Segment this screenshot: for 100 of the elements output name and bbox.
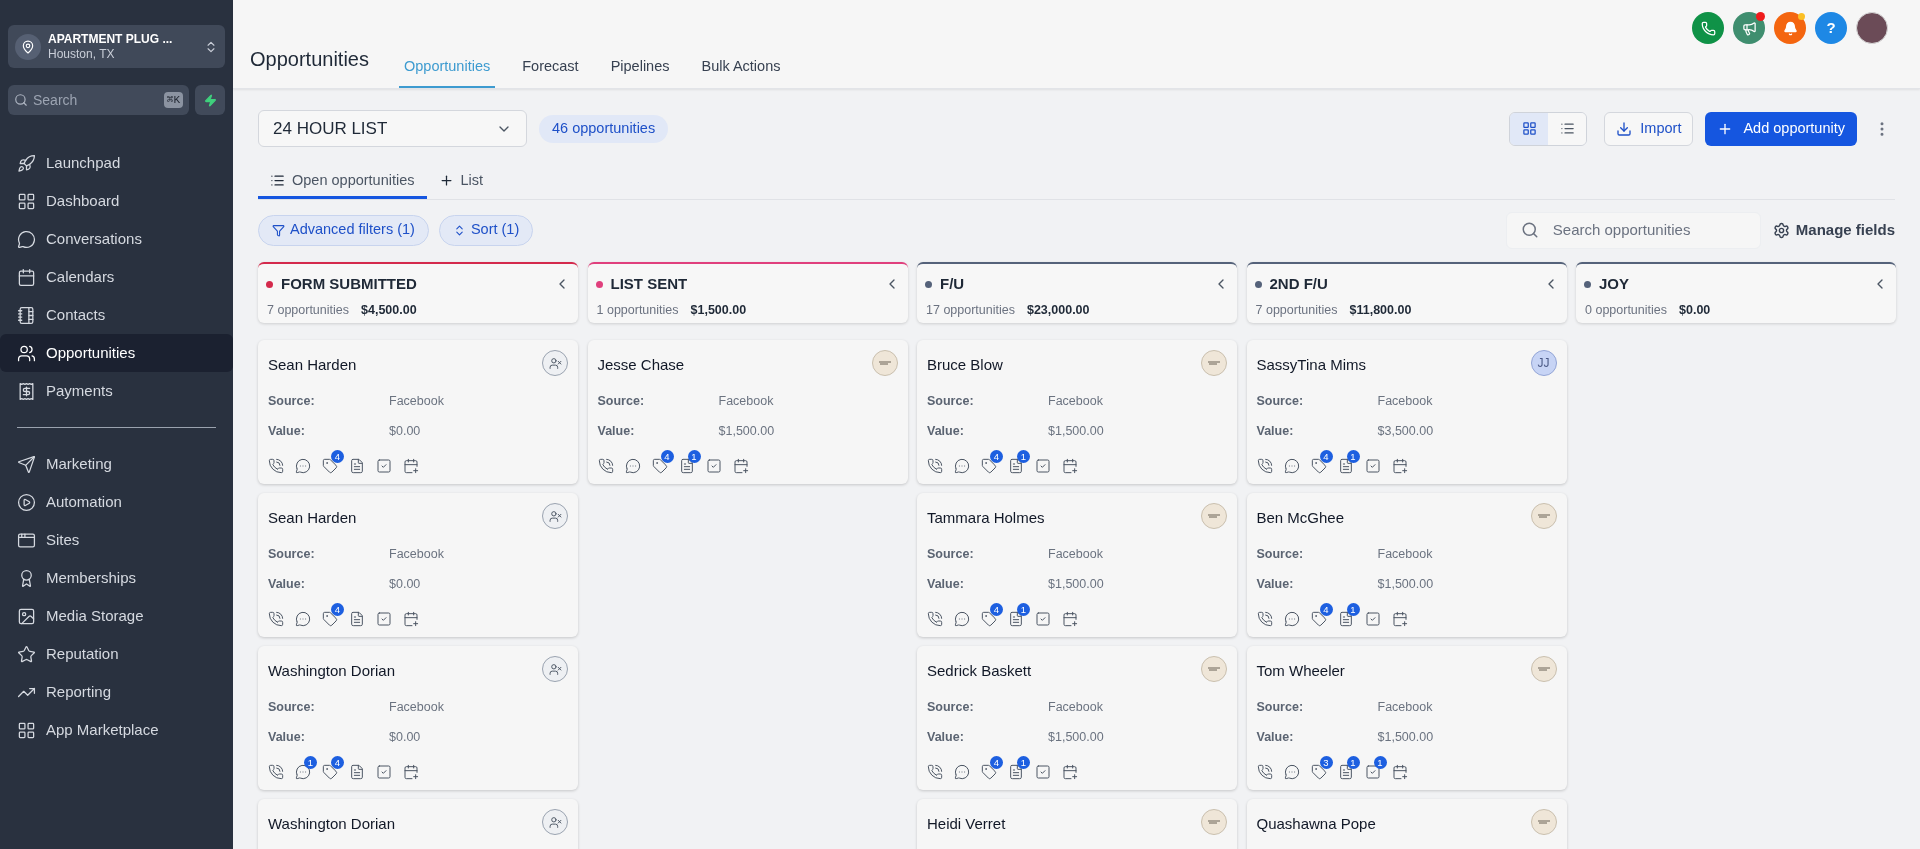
sidebar-item[interactable]: Dashboard: [0, 182, 233, 220]
manage-fields-button[interactable]: Manage fields: [1772, 218, 1895, 242]
tag-icon[interactable]: [1310, 458, 1327, 474]
checkbox-icon[interactable]: [376, 611, 392, 627]
chat-bubble-icon[interactable]: [954, 611, 970, 627]
board-view-button[interactable]: [1510, 112, 1549, 145]
unassigned-avatar[interactable]: [542, 350, 568, 376]
quick-action-button[interactable]: [195, 85, 225, 115]
opportunity-card[interactable]: Jesse Chase Source: Facebook Value: $1,500.00 4 1: [587, 340, 908, 484]
calendar-plus-icon[interactable]: [403, 458, 419, 474]
tag-icon[interactable]: [322, 764, 338, 780]
calendar-plus-icon[interactable]: [403, 764, 419, 780]
initials-avatar[interactable]: JJ: [1530, 350, 1557, 376]
view-tab[interactable]: Open opportunities: [258, 165, 427, 199]
filter-chip[interactable]: Advanced filters (1): [258, 214, 429, 246]
opportunity-card[interactable]: Bruce Blow Source: Facebook Value: $1,500.00 4 1: [917, 340, 1237, 484]
calendar-plus-icon[interactable]: [1062, 764, 1078, 780]
phone-icon[interactable]: [597, 458, 614, 474]
search-field[interactable]: Search ⌘K: [8, 85, 189, 115]
phone-icon[interactable]: [268, 611, 284, 627]
checkbox-icon[interactable]: [376, 458, 392, 474]
sidebar-item[interactable]: Launchpad: [0, 144, 233, 182]
view-tab[interactable]: List: [426, 165, 496, 199]
checkbox-icon[interactable]: [1035, 764, 1051, 780]
phone-icon[interactable]: [268, 764, 284, 780]
calendar-plus-icon[interactable]: [403, 611, 419, 627]
chat-bubble-icon[interactable]: [954, 458, 970, 474]
checkbox-icon[interactable]: [1364, 458, 1381, 474]
sidebar-item[interactable]: Contacts: [0, 296, 233, 334]
phone-icon[interactable]: [927, 611, 943, 627]
checkbox-icon[interactable]: [1035, 611, 1051, 627]
location-switcher[interactable]: APARTMENT PLUG ... Houston, TX: [8, 25, 225, 68]
document-icon[interactable]: [678, 458, 695, 474]
sidebar-item[interactable]: Payments: [0, 372, 233, 410]
phone-button[interactable]: [1692, 12, 1724, 44]
checkbox-icon[interactable]: [1364, 764, 1381, 780]
tag-icon[interactable]: [322, 458, 338, 474]
chat-bubble-icon[interactable]: [295, 458, 311, 474]
sidebar-item[interactable]: Media Storage: [0, 597, 233, 635]
help-button[interactable]: ?: [1815, 12, 1847, 44]
chat-bubble-icon[interactable]: [1283, 611, 1300, 627]
sidebar-item[interactable]: Opportunities: [0, 334, 233, 372]
sidebar-item[interactable]: Reporting: [0, 673, 233, 711]
tag-icon[interactable]: [1310, 764, 1327, 780]
import-button[interactable]: Import: [1604, 111, 1694, 146]
opportunity-card[interactable]: Sean Harden Source: Facebook Value: $0.00 4: [258, 340, 578, 484]
tag-icon[interactable]: [1310, 611, 1327, 627]
nav-tab[interactable]: Bulk Actions: [696, 48, 786, 88]
user-avatar[interactable]: [1856, 12, 1888, 44]
calendar-plus-icon[interactable]: [1391, 611, 1408, 627]
phone-icon[interactable]: [1256, 764, 1273, 780]
checkbox-icon[interactable]: [1364, 611, 1381, 627]
opportunity-card[interactable]: Ben McGhee Source: Facebook Value: $1,500.00 4 1: [1246, 493, 1567, 637]
notifications-button[interactable]: [1774, 12, 1806, 44]
document-icon[interactable]: [349, 764, 365, 780]
checkbox-icon[interactable]: [705, 458, 722, 474]
calendar-plus-icon[interactable]: [1391, 764, 1408, 780]
document-icon[interactable]: [1008, 611, 1024, 627]
search-field[interactable]: Search opportunities: [1505, 211, 1761, 249]
opportunity-card[interactable]: SassyTina Mims JJ Source: Facebook Value: $3,500.00 4 1: [1246, 340, 1567, 484]
document-icon[interactable]: [1337, 458, 1354, 474]
chat-bubble-icon[interactable]: [295, 611, 311, 627]
nav-tab[interactable]: Pipelines: [605, 48, 675, 88]
opportunity-card[interactable]: Tom Wheeler Source: Facebook Value: $1,500.00 3 1 1: [1246, 646, 1567, 790]
phone-icon[interactable]: [927, 764, 943, 780]
tag-icon[interactable]: [322, 611, 338, 627]
opportunity-card[interactable]: Sean Harden Source: Facebook Value: $0.00 4: [258, 493, 578, 637]
chat-bubble-icon[interactable]: [1283, 458, 1300, 474]
calendar-plus-icon[interactable]: [1062, 611, 1078, 627]
sidebar-item[interactable]: Memberships: [0, 559, 233, 597]
opportunity-card[interactable]: Washington Dorian Source: Facebook Value: $0.00 1 4: [258, 646, 578, 790]
opportunity-card[interactable]: Heidi Verret: [917, 799, 1237, 849]
opportunity-card[interactable]: Tammara Holmes Source: Facebook Value: $1,500.00 4 1: [917, 493, 1237, 637]
opportunity-card[interactable]: Washington Dorian: [258, 799, 578, 849]
sidebar-item[interactable]: Reputation: [0, 635, 233, 673]
unassigned-avatar[interactable]: [542, 809, 568, 835]
sort-chip[interactable]: Sort (1): [438, 214, 534, 246]
sidebar-item[interactable]: Marketing: [0, 445, 233, 483]
tag-icon[interactable]: [981, 458, 997, 474]
calendar-plus-icon[interactable]: [1391, 458, 1408, 474]
chat-bubble-icon[interactable]: [954, 764, 970, 780]
document-icon[interactable]: [349, 611, 365, 627]
phone-icon[interactable]: [268, 458, 284, 474]
checkbox-icon[interactable]: [376, 764, 392, 780]
opportunity-card[interactable]: Quashawna Pope: [1246, 799, 1567, 849]
chat-bubble-icon[interactable]: [295, 764, 311, 780]
calendar-plus-icon[interactable]: [732, 458, 749, 474]
document-icon[interactable]: [349, 458, 365, 474]
unassigned-avatar[interactable]: [542, 503, 568, 529]
document-icon[interactable]: [1337, 764, 1354, 780]
phone-icon[interactable]: [1256, 611, 1273, 627]
document-icon[interactable]: [1337, 611, 1354, 627]
tag-icon[interactable]: [651, 458, 668, 474]
sidebar-item[interactable]: Automation: [0, 483, 233, 521]
nav-tab[interactable]: Forecast: [517, 48, 584, 88]
document-icon[interactable]: [1008, 764, 1024, 780]
chat-bubble-icon[interactable]: [1283, 764, 1300, 780]
unassigned-avatar[interactable]: [542, 656, 568, 682]
document-icon[interactable]: [1008, 458, 1024, 474]
sidebar-item[interactable]: Sites: [0, 521, 233, 559]
